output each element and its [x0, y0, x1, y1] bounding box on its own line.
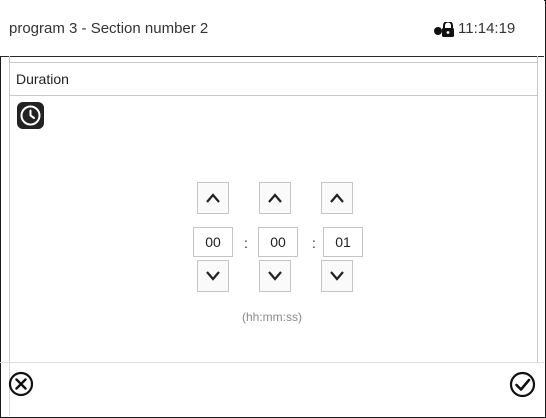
confirm-check-circle-icon[interactable]: [509, 371, 536, 398]
lock-key-icon: [434, 22, 454, 37]
time-separator: :: [244, 235, 248, 251]
chevron-down-icon: [268, 271, 282, 281]
footer-bar: [0, 362, 544, 417]
hours-increment-button[interactable]: [197, 182, 229, 214]
chevron-down-icon: [330, 271, 344, 281]
time-separator: :: [312, 235, 316, 251]
title-bar: program 3 - Section number 2 11:14:19: [0, 0, 544, 57]
minutes-increment-button[interactable]: [259, 182, 291, 214]
chevron-up-icon: [268, 193, 282, 203]
seconds-increment-button[interactable]: [321, 182, 353, 214]
timer-icon: [17, 102, 44, 129]
chevron-down-icon: [206, 271, 220, 281]
clock-time: 11:14:19: [458, 20, 516, 37]
cancel-circle-icon[interactable]: [8, 371, 34, 397]
page-title: program 3 - Section number 2: [9, 20, 209, 37]
chevron-up-icon: [206, 193, 220, 203]
panel-title: Duration: [16, 71, 69, 87]
seconds-decrement-button[interactable]: [321, 260, 353, 292]
seconds-field[interactable]: 01: [323, 227, 363, 257]
minutes-decrement-button[interactable]: [259, 260, 291, 292]
panel-header: Duration: [10, 62, 537, 96]
chevron-up-icon: [330, 193, 344, 203]
hours-decrement-button[interactable]: [197, 260, 229, 292]
minutes-field[interactable]: 00: [258, 227, 298, 257]
hours-field[interactable]: 00: [193, 227, 233, 257]
format-hint: (hh:mm:ss): [242, 310, 302, 324]
